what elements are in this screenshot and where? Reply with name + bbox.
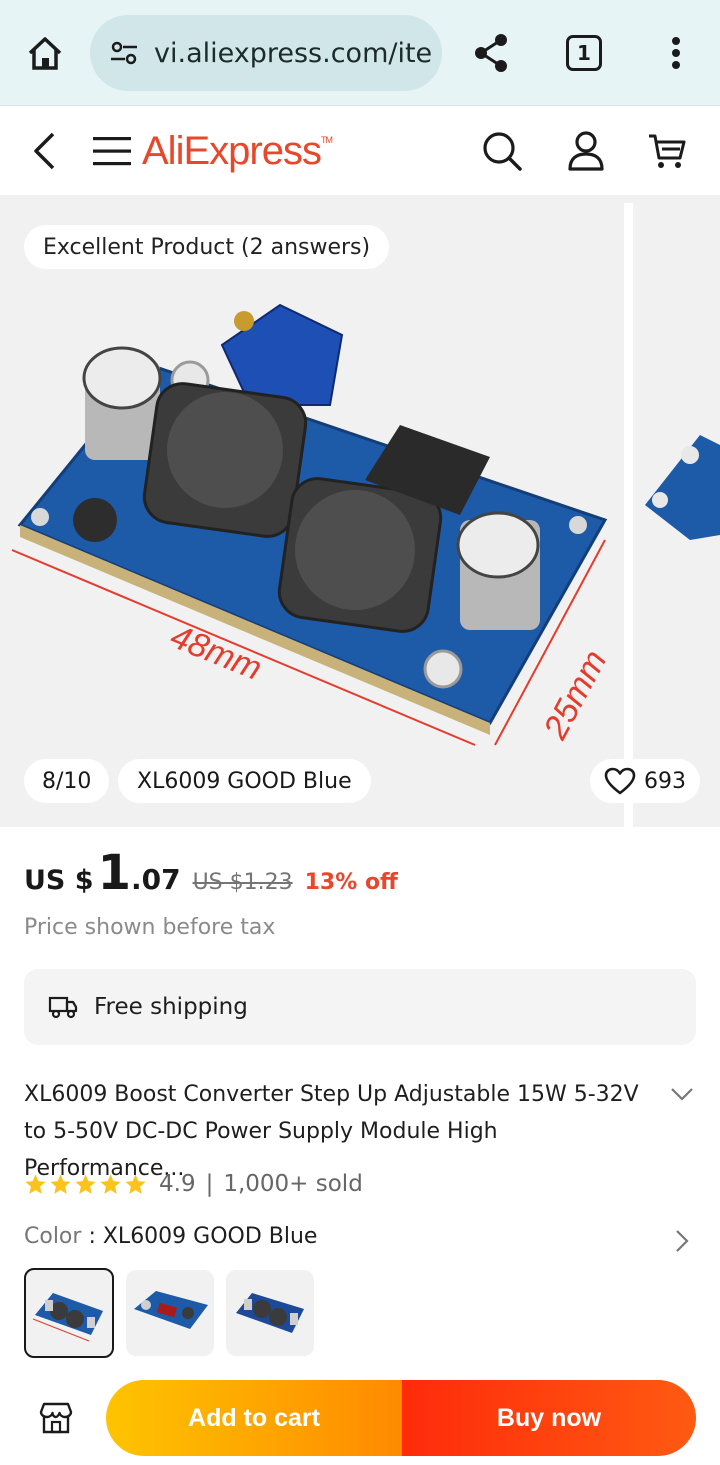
shipping-label: Free shipping (94, 994, 248, 1020)
swatch-with-display[interactable] (126, 1270, 214, 1356)
original-price: US $1.23 (192, 870, 293, 895)
price-currency: US $ (24, 865, 94, 896)
price-decimal: .07 (130, 863, 181, 896)
trademark-mark: TM (320, 135, 333, 145)
wishlist-count: 693 (644, 768, 686, 794)
swatch-xl6009-good-blue[interactable] (24, 1268, 114, 1358)
back-icon[interactable] (24, 129, 64, 173)
star-rating (24, 1173, 147, 1196)
star-icon (75, 1173, 96, 1194)
image-counter: 8/10 (24, 759, 110, 803)
store-icon[interactable] (36, 1398, 76, 1438)
hamburger-icon[interactable] (92, 131, 132, 171)
star-icon (25, 1173, 46, 1194)
heart-icon (604, 767, 636, 795)
rating-row[interactable]: 4.9 | 1,000+ sold (24, 1166, 363, 1202)
review-summary-chip[interactable]: Excellent Product (2 answers) (24, 225, 390, 269)
tabs-icon[interactable]: 1 (566, 35, 602, 71)
product-image[interactable]: 48mm 25mm (0, 195, 720, 827)
shipping-box[interactable]: Free shipping (24, 969, 696, 1045)
account-icon[interactable] (564, 129, 608, 173)
price-row: US $ 1 .07 US $1.23 13% off (24, 845, 398, 905)
url-text[interactable]: vi.aliexpress.com/ite (154, 38, 432, 69)
address-bar[interactable]: vi.aliexpress.com/ite (90, 15, 442, 91)
search-icon[interactable] (480, 129, 524, 173)
tune-icon[interactable] (108, 37, 140, 69)
buy-now-button[interactable]: Buy now (402, 1380, 696, 1456)
chevron-right-icon[interactable] (670, 1228, 694, 1254)
tax-note: Price shown before tax (24, 915, 276, 940)
wishlist-button[interactable]: 693 (590, 759, 700, 803)
discount-badge: 13% off (304, 870, 398, 895)
truck-icon (48, 994, 78, 1020)
logo-text: AliExpress (142, 129, 322, 173)
variant-chip-text: XL6009 GOOD Blue (137, 768, 352, 794)
star-icon (100, 1173, 121, 1194)
sold-count: 1,000+ sold (223, 1171, 363, 1197)
aliexpress-logo[interactable]: AliExpressTM (142, 129, 333, 174)
review-summary-text: Excellent Product (2 answers) (43, 234, 371, 260)
color-swatches (24, 1268, 314, 1358)
product-gallery[interactable]: 48mm 25mm Excellent Product (2 answers) … (0, 195, 720, 827)
color-value: XL6009 GOOD Blue (102, 1224, 318, 1249)
price-integer: 1 (97, 845, 131, 901)
app-header: AliExpressTM (0, 107, 720, 195)
bottom-action-bar: Add to cart Buy now (0, 1372, 720, 1465)
swatch-xl6009-alt[interactable] (226, 1270, 314, 1356)
color-selector[interactable]: Color : XL6009 GOOD Blue (24, 1224, 317, 1249)
color-label: Color (24, 1224, 82, 1249)
height-dimension-label: 25mm (536, 644, 614, 746)
chevron-down-icon[interactable] (668, 1082, 696, 1106)
gallery-divider (624, 203, 633, 827)
star-icon (125, 1173, 146, 1194)
more-vert-icon[interactable] (660, 32, 692, 74)
add-to-cart-button[interactable]: Add to cart (106, 1380, 402, 1456)
share-icon[interactable] (470, 32, 512, 74)
rating-value: 4.9 (159, 1171, 196, 1197)
tab-count: 1 (577, 41, 591, 65)
color-separator: : (81, 1224, 103, 1249)
browser-toolbar: vi.aliexpress.com/ite 1 (0, 0, 720, 106)
cart-icon[interactable] (644, 129, 690, 173)
rating-separator: | (205, 1171, 214, 1197)
variant-chip[interactable]: XL6009 GOOD Blue (118, 759, 371, 803)
image-counter-text: 8/10 (42, 768, 92, 794)
home-icon[interactable] (24, 32, 66, 74)
star-icon (50, 1173, 71, 1194)
